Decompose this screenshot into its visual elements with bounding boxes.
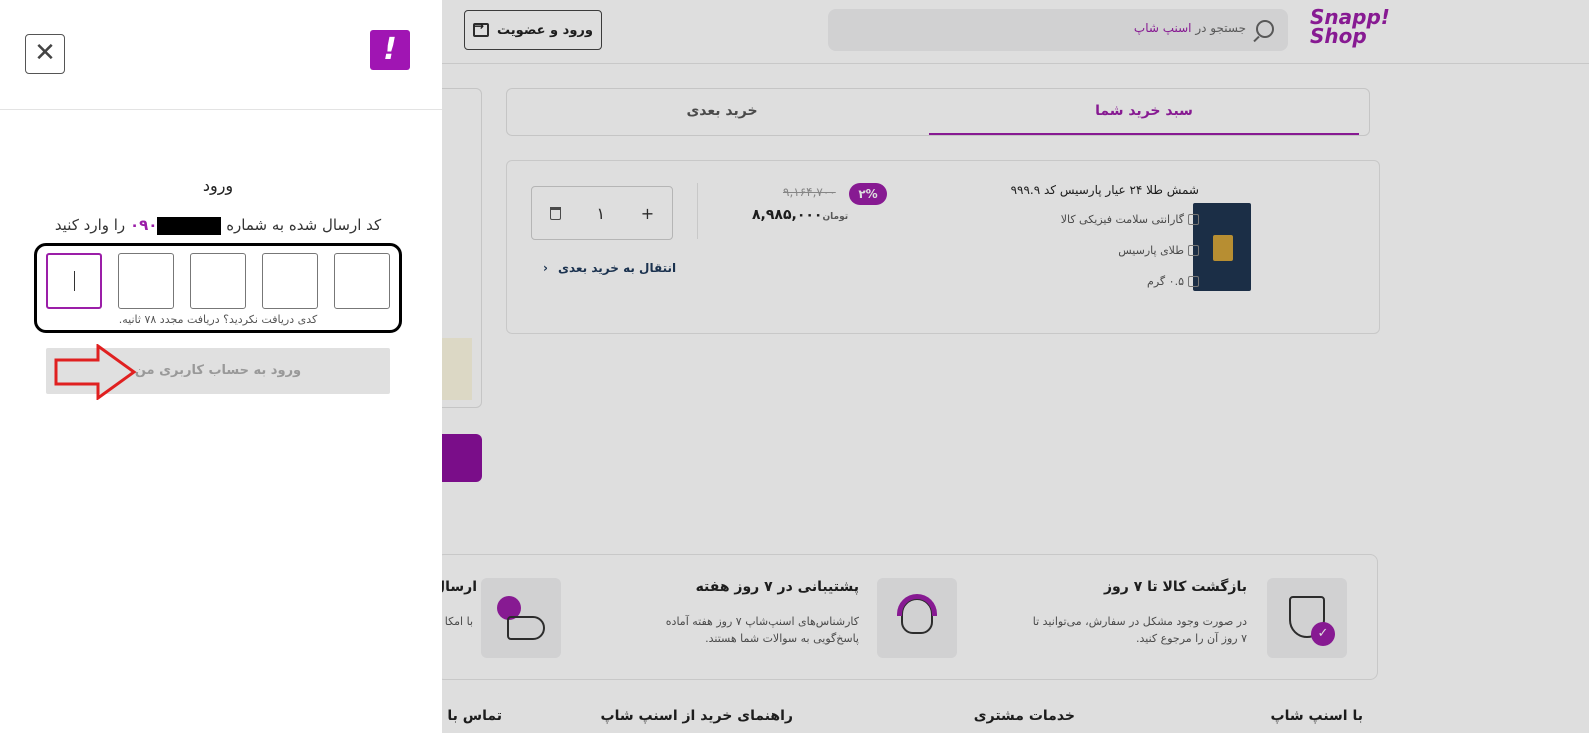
drawer-header: ✕ !: [0, 0, 442, 110]
login-drawer: ✕ ! ورود کد ارسال شده به شماره ۰۹۰ را وا…: [0, 0, 442, 733]
annotation-arrow-icon: [54, 344, 137, 400]
close-icon: ✕: [34, 38, 56, 68]
otp-digit-input[interactable]: [190, 253, 246, 309]
login-title: ورود: [202, 176, 234, 195]
phone-prefix: ۰۹۰: [129, 216, 158, 234]
resend-code-text[interactable]: کدی دریافت نکردید؟ دریافت مجدد ۷۸ ثانیه.: [0, 313, 436, 326]
otp-digit-input[interactable]: [334, 253, 390, 309]
otp-instruction-suffix: را وارد کنید: [54, 216, 126, 234]
snappshop-brand-icon: !: [370, 30, 410, 70]
otp-digit-input[interactable]: [118, 253, 174, 309]
otp-instruction-text: کد ارسال شده به شماره: [226, 216, 382, 234]
otp-digit-input-active[interactable]: [46, 253, 102, 309]
otp-digit-input[interactable]: [262, 253, 318, 309]
otp-instruction: کد ارسال شده به شماره ۰۹۰ را وارد کنید: [0, 216, 436, 235]
redacted-phone: [157, 216, 222, 235]
close-button[interactable]: ✕: [25, 34, 65, 74]
